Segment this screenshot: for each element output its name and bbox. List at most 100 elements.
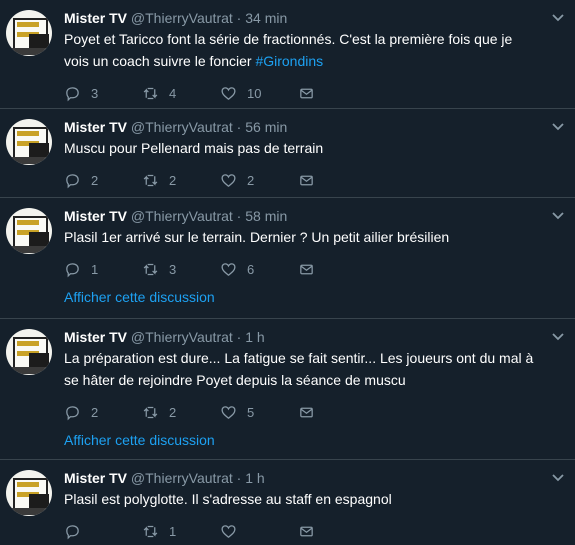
retweet-count: 2 [169,172,177,188]
heart-icon [221,405,236,419]
avatar[interactable] [6,329,52,375]
reply-icon [66,524,79,539]
user-handle[interactable]: @ThierryVautrat [131,208,233,224]
avatar[interactable] [6,119,52,165]
chevron-down-icon[interactable] [551,119,565,133]
tweet-actions: 2 2 2 [64,167,541,193]
tweet[interactable]: Mister TV @ThierryVautrat · 56 min Muscu… [0,109,575,198]
message-button[interactable] [298,172,376,189]
retweet-button[interactable]: 3 [142,261,220,278]
tweet[interactable]: Mister TV @ThierryVautrat · 1 h Plasil e… [0,460,575,545]
like-count: 2 [247,172,255,188]
retweet-count: 4 [169,85,177,101]
reply-count: 2 [91,172,99,188]
user-handle[interactable]: @ThierryVautrat [131,470,233,486]
like-button[interactable]: 2 [220,172,298,189]
reply-icon [66,86,79,101]
retweet-button[interactable]: 2 [142,404,220,421]
like-button[interactable]: 10 [220,85,298,102]
retweet-icon [143,174,158,186]
timestamp[interactable]: 58 min [245,208,287,224]
reply-button[interactable]: 3 [64,85,142,102]
like-button[interactable] [220,523,298,540]
envelope-icon [300,264,313,274]
heart-icon [221,173,236,187]
message-button[interactable] [298,261,376,278]
chevron-down-icon[interactable] [551,470,565,484]
retweet-button[interactable]: 4 [142,85,220,102]
like-count: 6 [247,261,255,277]
reply-count: 2 [91,404,99,420]
tweet-text: Muscu pour Pellenard mais pas de terrain [64,140,324,156]
chevron-down-icon[interactable] [551,208,565,222]
timeline-feed: Mister TV @ThierryVautrat · 34 min Poyet… [0,0,575,545]
tweet-actions: 2 2 5 [64,399,541,425]
tweet-text: Poyet et Taricco font la série de fracti… [64,28,541,72]
message-button[interactable] [298,404,376,421]
reply-button[interactable]: 2 [64,172,142,189]
user-handle[interactable]: @ThierryVautrat [131,329,233,345]
tweet[interactable]: Mister TV @ThierryVautrat · 34 min Poyet… [0,0,575,109]
user-handle[interactable]: @ThierryVautrat [131,10,233,26]
heart-icon [221,86,236,100]
like-button[interactable]: 6 [220,261,298,278]
retweet-count: 3 [169,261,177,277]
retweet-icon [143,263,158,275]
display-name[interactable]: Mister TV [64,119,127,135]
like-count: 5 [247,404,255,420]
show-thread-link[interactable]: Afficher cette discussion [64,287,541,307]
heart-icon [221,262,236,276]
tweet[interactable]: Mister TV @ThierryVautrat · 58 min Plasi… [0,198,575,319]
retweet-icon [143,87,158,99]
display-name[interactable]: Mister TV [64,329,127,345]
avatar[interactable] [6,470,52,516]
message-button[interactable] [298,523,376,540]
display-name[interactable]: Mister TV [64,208,127,224]
reply-count: 1 [91,261,99,277]
reply-icon [66,405,79,420]
tweet-header: Mister TV @ThierryVautrat · 34 min [64,8,541,28]
chevron-down-icon[interactable] [551,329,565,343]
reply-count: 3 [91,85,99,101]
tweet-header: Mister TV @ThierryVautrat · 56 min [64,117,541,137]
reply-button[interactable]: 2 [64,404,142,421]
separator-dot: · [236,329,242,345]
retweet-count: 1 [169,523,177,539]
display-name[interactable]: Mister TV [64,470,127,486]
retweet-icon [143,406,158,418]
timestamp[interactable]: 1 h [245,329,264,345]
retweet-icon [143,525,158,537]
avatar[interactable] [6,10,52,56]
like-button[interactable]: 5 [220,404,298,421]
reply-button[interactable]: 1 [64,261,142,278]
separator-dot: · [236,119,242,135]
reply-icon [66,173,79,188]
show-thread-link[interactable]: Afficher cette discussion [64,430,541,450]
envelope-icon [300,175,313,185]
heart-icon [221,524,236,538]
timestamp[interactable]: 56 min [245,119,287,135]
tweet-actions: 3 4 10 [64,80,541,106]
avatar[interactable] [6,208,52,254]
message-button[interactable] [298,85,376,102]
hashtag-link[interactable]: #Girondins [255,53,323,69]
separator-dot: · [236,10,242,26]
chevron-down-icon[interactable] [551,10,565,24]
tweet[interactable]: Mister TV @ThierryVautrat · 1 h La prépa… [0,319,575,460]
retweet-button[interactable]: 1 [142,523,220,540]
envelope-icon [300,88,313,98]
retweet-button[interactable]: 2 [142,172,220,189]
tweet-header: Mister TV @ThierryVautrat · 1 h [64,468,541,488]
timestamp[interactable]: 1 h [245,470,264,486]
tweet-text: Plasil est polyglotte. Il s'adresse au s… [64,491,392,507]
tweet-header: Mister TV @ThierryVautrat · 58 min [64,206,541,226]
display-name[interactable]: Mister TV [64,10,127,26]
tweet-actions: 1 3 6 [64,256,541,282]
user-handle[interactable]: @ThierryVautrat [131,119,233,135]
envelope-icon [300,407,313,417]
tweet-header: Mister TV @ThierryVautrat · 1 h [64,327,541,347]
tweet-actions: 1 [64,518,541,544]
timestamp[interactable]: 34 min [245,10,287,26]
reply-button[interactable] [64,523,142,540]
retweet-count: 2 [169,404,177,420]
